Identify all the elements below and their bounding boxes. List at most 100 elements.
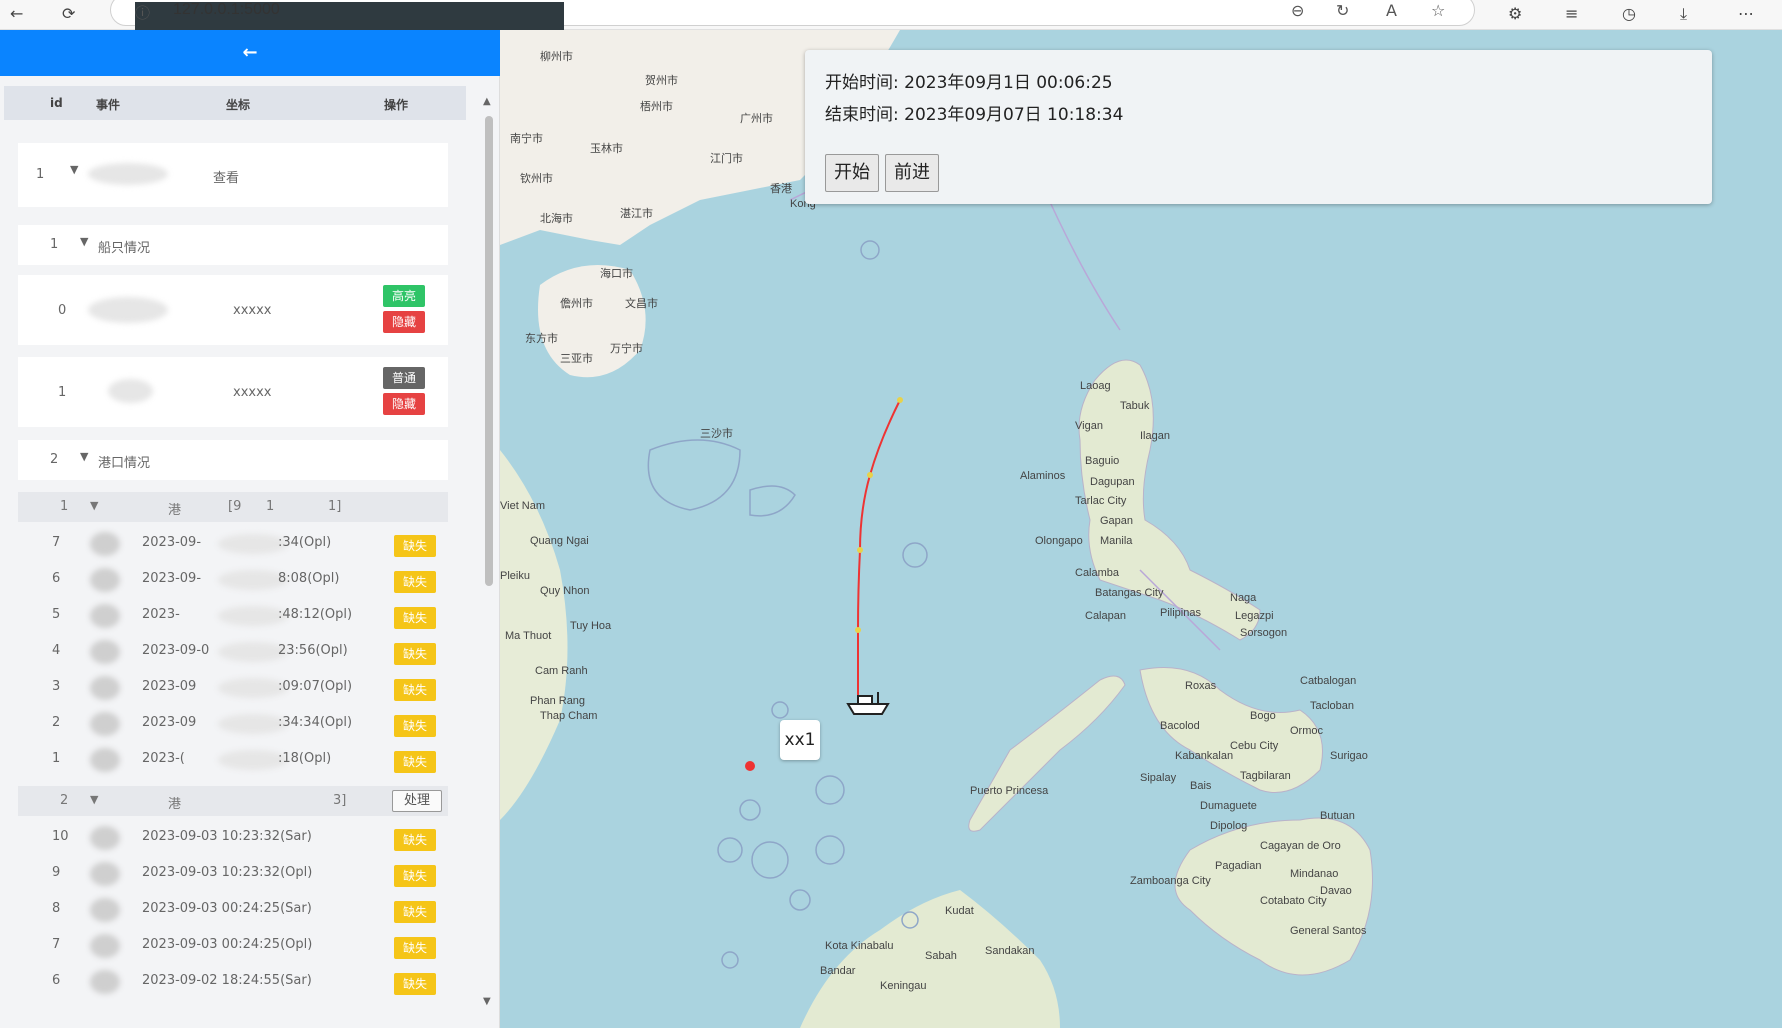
missing-button[interactable]: 缺失 — [394, 679, 436, 701]
address-bar[interactable]: ⓘ 127.0.0.1:5000 ⊖ ↻ A ☆ — [110, 0, 1475, 530]
hide-button[interactable]: 隐藏 — [383, 393, 425, 415]
refresh-translate-icon[interactable]: ↻ — [1336, 1, 1349, 20]
missing-button[interactable]: 缺失 — [394, 535, 436, 557]
map-place-label: Manila — [1100, 535, 1133, 547]
ship-row[interactable]: 1 xxxxx 普通 隐藏 — [18, 357, 448, 427]
row-id: 10 — [52, 829, 69, 844]
row-id: 8 — [52, 901, 61, 916]
map-place-label: Surigao — [1330, 750, 1368, 762]
start-time: 开始时间: 2023年09月1日 00:06:25 — [825, 73, 1113, 93]
map-place-label: 钦州市 — [520, 173, 553, 185]
missing-button[interactable]: 缺失 — [394, 643, 436, 665]
missing-button[interactable]: 缺失 — [394, 829, 436, 851]
handle-button[interactable]: 处理 — [392, 790, 442, 812]
map-place-label: 三沙市 — [700, 428, 733, 440]
table-row[interactable]: 5 2023-:48:12(Opl) 缺失 — [18, 598, 448, 634]
scroll-down-icon[interactable]: ▼ — [483, 996, 491, 1007]
missing-button[interactable]: 缺失 — [394, 937, 436, 959]
expand-triangle-icon[interactable]: ▼ — [70, 163, 78, 176]
missing-button[interactable]: 缺失 — [394, 715, 436, 737]
map-place-label: Sorsogon — [1240, 627, 1288, 639]
header-coord: 坐标 — [226, 98, 251, 112]
table-row[interactable]: 6 2023-09-02 18:24:55(Sar) 缺失 — [18, 964, 448, 1000]
marker-label[interactable]: xx1 — [780, 720, 820, 760]
row-id: 2 — [52, 715, 61, 730]
port-name: 港 — [168, 503, 182, 518]
map-place-label: Kudat — [945, 905, 974, 917]
start-button[interactable]: 开始 — [825, 154, 879, 192]
land-palawan — [968, 675, 1126, 832]
header-id: id — [50, 96, 63, 110]
missing-button[interactable]: 缺失 — [394, 901, 436, 923]
missing-button[interactable]: 缺失 — [394, 865, 436, 887]
row-time: 2023- — [142, 607, 180, 622]
expand-triangle-icon[interactable]: ▼ — [80, 235, 88, 248]
ships-group-row[interactable]: 1 ▼ 船只情况 — [18, 225, 448, 265]
ports-group-row[interactable]: 2 ▼ 港口情况 — [18, 440, 448, 480]
favorite-star-icon[interactable]: ☆ — [1431, 1, 1445, 20]
table-row[interactable]: 4 2023-09-0 23:56(Opl) 缺失 — [18, 634, 448, 670]
port-group-row[interactable]: 1 ▼ 港 [9 1 1] — [18, 492, 448, 522]
map-place-label: Ormoc — [1290, 725, 1323, 737]
collapse-panel-button[interactable]: ← — [0, 30, 500, 76]
url-text[interactable]: 127.0.0.1:5000 — [173, 1, 280, 19]
favorites-list-icon[interactable]: ≡ — [1565, 4, 1578, 23]
row-time: 2023-( — [142, 751, 185, 766]
map-place-label: Tagbilaran — [1240, 770, 1291, 782]
ship-row[interactable]: 0 xxxxx 高亮 隐藏 — [18, 275, 448, 345]
download-icon[interactable]: ⤓ — [1680, 4, 1687, 24]
table-row[interactable]: 7 2023-09-:34(Opl) 缺失 — [18, 526, 448, 562]
port-group-row[interactable]: 2 ▼ 港 3] 处理 — [18, 786, 448, 816]
more-menu-icon[interactable]: ⋯ — [1738, 4, 1754, 23]
table-row[interactable]: 6 2023-09- 8:08(Opl) 缺失 — [18, 562, 448, 598]
map-place-label: Keningau — [880, 980, 927, 992]
row-id: 3 — [52, 679, 61, 694]
missing-button[interactable]: 缺失 — [394, 973, 436, 995]
back-icon[interactable]: ← — [10, 4, 23, 23]
missing-button[interactable]: 缺失 — [394, 571, 436, 593]
table-row[interactable]: 1 2023-(:18(Opl) 缺失 — [18, 742, 448, 778]
map-place-label: Sipalay — [1140, 772, 1177, 784]
ships-group-label: 船只情况 — [98, 241, 151, 256]
panel-scrollbar[interactable]: ▲ ▼ — [483, 96, 495, 1016]
map-place-label: 文昌市 — [625, 298, 658, 310]
end-time: 结束时间: 2023年09月07日 10:18:34 — [825, 105, 1124, 125]
expand-triangle-icon[interactable]: ▼ — [80, 450, 88, 463]
zoom-out-icon[interactable]: ⊖ — [1291, 1, 1304, 20]
port-id: 1 — [60, 499, 69, 514]
history-icon[interactable]: ◷ — [1622, 4, 1636, 23]
row-time-tail: :34(Opl) — [278, 535, 332, 550]
normal-button[interactable]: 普通 — [383, 367, 425, 389]
scroll-thumb[interactable] — [485, 116, 493, 586]
table-row[interactable]: 9 2023-09-03 10:23:32(Opl) 缺失 — [18, 856, 448, 892]
scroll-up-icon[interactable]: ▲ — [483, 96, 491, 107]
map-place-label: Alaminos — [1020, 470, 1066, 482]
extensions-icon[interactable]: ⚙ — [1508, 4, 1522, 23]
table-row[interactable]: 7 2023-09-03 00:24:25(Opl) 缺失 — [18, 928, 448, 964]
forward-button[interactable]: 前进 — [885, 154, 939, 192]
event-row[interactable]: 1 ▼ 查看 — [18, 143, 448, 207]
table-row[interactable]: 10 2023-09-03 10:23:32(Sar) 缺失 — [18, 820, 448, 856]
row-time: 2023-09-03 00:24:25(Sar) — [142, 901, 312, 916]
expand-triangle-icon[interactable]: ▼ — [90, 499, 98, 512]
missing-button[interactable]: 缺失 — [394, 751, 436, 773]
table-row[interactable]: 3 2023-09:09:07(Opl) 缺失 — [18, 670, 448, 706]
map-place-label: 贺州市 — [645, 75, 678, 87]
table-row[interactable]: 2 2023-09:34:34(Opl) 缺失 — [18, 706, 448, 742]
row-time: 2023-09-03 10:23:32(Opl) — [142, 865, 313, 880]
missing-button[interactable]: 缺失 — [394, 607, 436, 629]
expand-triangle-icon[interactable]: ▼ — [90, 793, 98, 806]
redacted-image — [90, 970, 120, 994]
back-arrow-icon[interactable]: ← — [242, 42, 257, 63]
hide-button[interactable]: 隐藏 — [383, 311, 425, 333]
highlight-button[interactable]: 高亮 — [383, 285, 425, 307]
map-place-label: Viet Nam — [500, 500, 546, 512]
map-place-label: Baguio — [1085, 455, 1120, 467]
view-link[interactable]: 查看 — [213, 167, 239, 186]
read-aloud-icon[interactable]: A — [1386, 1, 1397, 20]
table-row[interactable]: 8 2023-09-03 00:24:25(Sar) 缺失 — [18, 892, 448, 928]
row-id: 5 — [52, 607, 61, 622]
redacted-image — [90, 712, 120, 736]
reload-icon[interactable]: ⟳ — [62, 4, 75, 23]
map-view[interactable]: 柳州市 贺州市 梧州市 南宁市 玉林市 广州市 江门市 香港 钦州市 北海市 湛江市 海口市 儋州市 文昌… — [500, 30, 1782, 1028]
